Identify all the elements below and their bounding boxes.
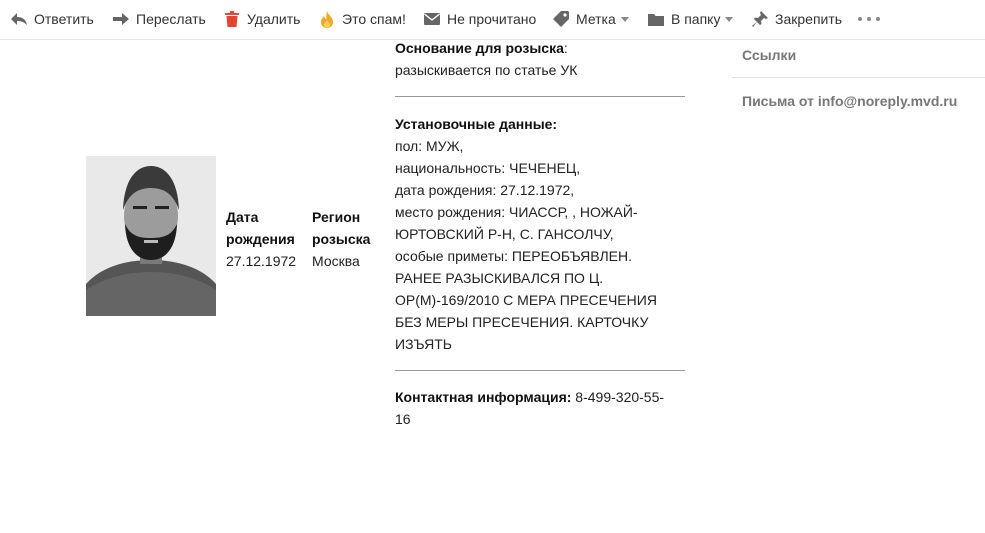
basis-text: разыскивается по статье УК <box>395 62 578 78</box>
chevron-down-icon <box>725 16 734 22</box>
dob-value: 27.12.1972 <box>226 253 297 269</box>
folder-icon <box>647 10 665 28</box>
envelope-icon <box>423 10 441 28</box>
region-header-line1: Регион <box>312 209 361 225</box>
label-label: Метка <box>576 11 616 27</box>
reply-button[interactable]: Ответить <box>10 0 94 38</box>
spam-label: Это спам! <box>342 11 406 27</box>
dob-header-line1: Дата <box>226 209 259 225</box>
forward-label: Переслать <box>136 11 206 27</box>
setup-line: БЕЗ МЕРЫ ПРЕСЕЧЕНИЯ. КАРТОЧКУ <box>395 314 649 330</box>
region-header-line2: розыска <box>312 231 371 247</box>
more-options-icon[interactable] <box>858 10 880 28</box>
region-value: Москва <box>312 253 360 269</box>
move-to-folder-dropdown[interactable]: В папку <box>647 0 734 38</box>
delete-button[interactable]: Удалить <box>223 0 300 38</box>
contact-title: Контактная информация: <box>395 389 572 405</box>
basis-colon: : <box>563 40 568 56</box>
toolbar: Ответить Переслать Удалить Это спам! Не … <box>0 0 985 40</box>
folder-label: В папку <box>671 11 721 27</box>
trash-icon <box>223 10 241 28</box>
region-column: Регион розыска Москва <box>312 206 370 272</box>
setup-line: РАНЕЕ РАЗЫСКИВАЛСЯ ПО Ц. <box>395 270 604 286</box>
setup-line: пол: МУЖ, <box>395 138 464 154</box>
reply-label: Ответить <box>34 11 94 27</box>
setup-line: особые приметы: ПЕРЕОБЪЯВЛЕН. <box>395 248 632 264</box>
setup-title: Установочные данные: <box>395 116 558 132</box>
dob-column: Дата рождения 27.12.1972 <box>226 206 296 272</box>
contact-phone-part1: 8-499-320-55- <box>571 389 665 405</box>
contact-line1: Контактная информация: 8-499-320-55- <box>395 386 695 408</box>
unread-label: Не прочитано <box>447 11 537 27</box>
pin-button[interactable]: Закрепить <box>751 0 842 38</box>
spam-button[interactable]: Это спам! <box>318 0 406 38</box>
setup-line: национальность: ЧЕЧЕНЕЦ, <box>395 160 581 176</box>
delete-label: Удалить <box>247 11 301 27</box>
setup-line: место рождения: ЧИАССР, , НОЖАЙ- <box>395 204 638 220</box>
chevron-down-icon <box>620 16 629 22</box>
setup-line: ИЗЪЯТЬ <box>395 336 452 352</box>
forward-arrow-icon <box>112 10 130 28</box>
mark-unread-button[interactable]: Не прочитано <box>423 0 536 38</box>
reply-icon <box>10 10 28 28</box>
basis-heading: Основание для розыска: <box>395 37 695 59</box>
label-dropdown[interactable]: Метка <box>552 0 629 38</box>
setup-line: дата рождения: 27.12.1972, <box>395 182 575 198</box>
forward-button[interactable]: Переслать <box>112 0 206 38</box>
divider <box>395 96 685 97</box>
dob-header-line2: рождения <box>226 231 295 247</box>
pin-icon <box>751 10 769 28</box>
setup-data: Установочные данные: пол: МУЖ, националь… <box>395 113 695 355</box>
fire-icon <box>318 10 336 28</box>
contact-phone-part2: 16 <box>395 411 411 427</box>
wanted-details: Основание для розыска: разыскивается по … <box>395 37 695 81</box>
suspect-photo <box>86 156 216 316</box>
tag-icon <box>552 10 570 28</box>
pin-label: Закрепить <box>775 11 843 27</box>
divider <box>395 370 685 371</box>
sidebar-divider <box>732 77 985 78</box>
sidebar-letters-from[interactable]: Письма от info@noreply.mvd.ru <box>742 93 957 109</box>
setup-line: ЮРТОВСКИЙ Р-Н, С. ГАНСОЛЧУ, <box>395 226 614 242</box>
basis-title: Основание для розыска <box>395 40 564 56</box>
setup-line: ОР(М)-169/2010 С МЕРА ПРЕСЕЧЕНИЯ <box>395 292 657 308</box>
sidebar-links[interactable]: Ссылки <box>742 47 796 63</box>
contact-info: Контактная информация: 8-499-320-55- 16 <box>395 386 695 430</box>
